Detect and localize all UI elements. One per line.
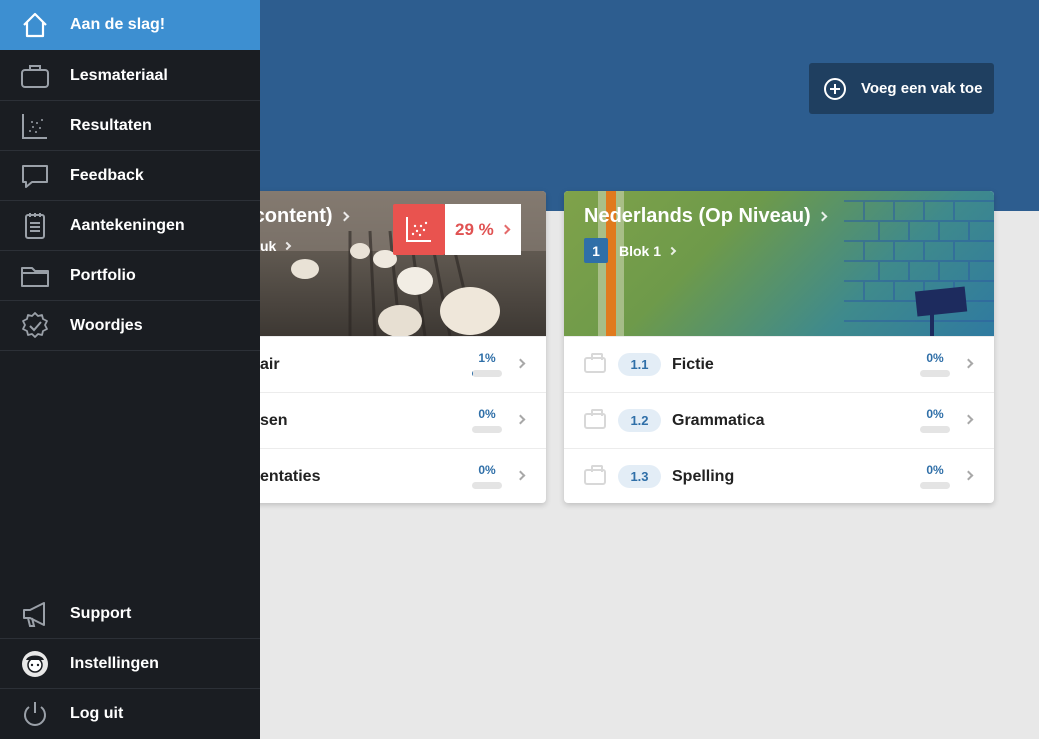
progress-bar bbox=[472, 370, 502, 377]
score-value[interactable]: 29 % bbox=[445, 204, 521, 255]
speech-bubble-icon bbox=[19, 161, 51, 191]
course-subtitle[interactable]: uk bbox=[260, 238, 292, 254]
list-item[interactable]: 1.3 Spelling 0% bbox=[564, 448, 994, 503]
briefcase-icon bbox=[584, 353, 606, 373]
progress-percent: 0% bbox=[478, 463, 496, 477]
briefcase-icon bbox=[19, 61, 51, 91]
briefcase-icon bbox=[584, 409, 606, 429]
sidebar-item-lesmateriaal[interactable]: Lesmateriaal bbox=[0, 51, 260, 101]
badge-check-icon bbox=[19, 311, 51, 341]
sidebar-item-label: Log uit bbox=[70, 705, 124, 722]
card-header-image: Nederlands (Op Niveau) 1 Blok 1 bbox=[564, 191, 994, 336]
progress-percent: 1% bbox=[478, 351, 496, 365]
sidebar-item-label: Aantekeningen bbox=[70, 217, 185, 234]
chevron-right-icon bbox=[283, 241, 292, 251]
scatter-chart-icon bbox=[406, 217, 431, 242]
sidebar-item-label: Woordjes bbox=[70, 317, 143, 334]
progress-bar bbox=[472, 482, 502, 489]
sidebar-item-instellingen[interactable]: Instellingen bbox=[0, 639, 260, 689]
power-icon bbox=[19, 699, 51, 729]
progress-bar bbox=[920, 426, 950, 433]
progress-percent: 0% bbox=[926, 351, 944, 365]
plus-circle-icon bbox=[824, 77, 846, 100]
chapter-name: Spelling bbox=[672, 468, 735, 485]
progress-bar bbox=[920, 370, 950, 377]
list-item[interactable]: 1.2 Grammatica 0% bbox=[564, 392, 994, 448]
blok-selector[interactable]: 1 Blok 1 bbox=[584, 238, 677, 263]
add-course-button[interactable]: Voeg een vak toe bbox=[809, 63, 994, 114]
sidebar-item-label: Instellingen bbox=[70, 655, 159, 672]
course-card[interactable]: Nederlands (Op Niveau) 1 Blok 1 1.1 Fict… bbox=[564, 191, 994, 503]
add-course-label: Voeg een vak toe bbox=[861, 80, 983, 97]
chevron-right-icon bbox=[339, 211, 349, 222]
sidebar-item-label: Resultaten bbox=[70, 117, 152, 134]
chevron-right-icon bbox=[515, 470, 526, 481]
chevron-right-icon bbox=[667, 246, 677, 255]
chevron-right-icon bbox=[515, 414, 526, 425]
sidebar-item-aan-de-slag[interactable]: Aan de slag! bbox=[0, 0, 260, 50]
sidebar-item-portfolio[interactable]: Portfolio bbox=[0, 251, 260, 301]
sidebar-item-aantekeningen[interactable]: Aantekeningen bbox=[0, 201, 260, 251]
sidebar-item-label: Lesmateriaal bbox=[70, 67, 168, 84]
sidebar-item-log-uit[interactable]: Log uit bbox=[0, 689, 260, 739]
sidebar-item-support[interactable]: Support bbox=[0, 589, 260, 639]
folder-icon bbox=[19, 261, 51, 291]
chevron-right-icon bbox=[963, 470, 974, 481]
list-item[interactable]: 1.1 Fictie 0% bbox=[564, 336, 994, 392]
course-title[interactable]: tcontent) bbox=[247, 205, 349, 228]
progress-bar bbox=[472, 426, 502, 433]
chapter-number: 1.2 bbox=[618, 409, 661, 432]
blok-number-badge: 1 bbox=[584, 238, 608, 263]
sidebar-item-label: Aan de slag! bbox=[70, 16, 166, 33]
home-icon bbox=[19, 10, 51, 40]
chapter-name: Grammatica bbox=[672, 412, 765, 429]
progress-percent: 0% bbox=[926, 463, 944, 477]
sidebar: Aan de slag! Lesmateriaal Resultaten Fee… bbox=[0, 0, 260, 739]
chevron-right-icon bbox=[817, 211, 828, 222]
briefcase-icon bbox=[584, 465, 606, 485]
sidebar-item-label: Support bbox=[70, 605, 132, 622]
chevron-right-icon bbox=[963, 358, 974, 369]
chapter-number: 1.3 bbox=[618, 465, 661, 488]
scatter-chart-icon bbox=[19, 111, 51, 141]
notepad-icon bbox=[19, 211, 51, 241]
chapter-name: sen bbox=[260, 412, 288, 429]
sidebar-item-label: Portfolio bbox=[70, 267, 136, 284]
progress-percent: 0% bbox=[478, 407, 496, 421]
sidebar-item-woordjes[interactable]: Woordjes bbox=[0, 301, 260, 351]
score-tile[interactable] bbox=[393, 204, 445, 255]
course-title[interactable]: Nederlands (Op Niveau) bbox=[584, 205, 828, 228]
avatar-icon bbox=[19, 649, 51, 679]
sidebar-item-feedback[interactable]: Feedback bbox=[0, 151, 260, 201]
sidebar-item-label: Feedback bbox=[70, 167, 144, 184]
progress-percent: 0% bbox=[926, 407, 944, 421]
chevron-right-icon bbox=[500, 224, 511, 235]
chapter-name: Fictie bbox=[672, 356, 714, 373]
chapter-name: entaties bbox=[260, 468, 321, 485]
chapter-number: 1.1 bbox=[618, 353, 661, 376]
chevron-right-icon bbox=[963, 414, 974, 425]
sidebar-item-resultaten[interactable]: Resultaten bbox=[0, 101, 260, 151]
megaphone-icon bbox=[19, 599, 51, 629]
chapter-name: air bbox=[260, 356, 280, 373]
progress-bar bbox=[920, 482, 950, 489]
chevron-right-icon bbox=[515, 358, 526, 369]
